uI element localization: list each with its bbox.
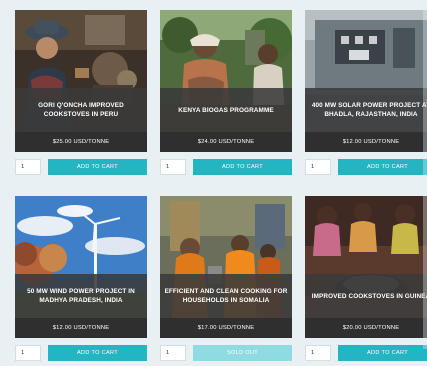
product-price: $24.00 USD/TONNE — [160, 132, 292, 152]
quantity-input[interactable] — [305, 159, 331, 175]
cart-row: ADD TO CART — [305, 159, 427, 175]
product-image[interactable]: GORI Q'ONCHA IMPROVED COOKSTOVES IN PERU — [15, 10, 147, 132]
add-to-cart-button[interactable]: ADD TO CART — [338, 345, 427, 361]
quantity-input[interactable] — [305, 345, 331, 361]
product-image[interactable]: IMPROVED COOKSTOVES IN GUINEA — [305, 196, 427, 318]
product-title[interactable]: 50 MW WIND POWER PROJECT IN MADHYA PRADE… — [18, 287, 144, 305]
product-title-band: IMPROVED COOKSTOVES IN GUINEA — [305, 274, 427, 318]
sold-out-button[interactable]: SOLD OUT — [193, 345, 292, 361]
quantity-input[interactable] — [160, 345, 186, 361]
product-title[interactable]: KENYA BIOGAS PROGRAMME — [178, 106, 273, 115]
product-image[interactable]: 50 MW WIND POWER PROJECT IN MADHYA PRADE… — [15, 196, 147, 318]
product-title[interactable]: IMPROVED COOKSTOVES IN GUINEA — [312, 292, 427, 301]
quantity-input[interactable] — [15, 159, 41, 175]
cart-row: ADD TO CART — [15, 345, 147, 361]
product-title[interactable]: GORI Q'ONCHA IMPROVED COOKSTOVES IN PERU — [18, 101, 144, 119]
product-price: $20.00 USD/TONNE — [305, 318, 427, 338]
product-price: $17.00 USD/TONNE — [160, 318, 292, 338]
product-title-band: KENYA BIOGAS PROGRAMME — [160, 88, 292, 132]
product-price: $25.00 USD/TONNE — [15, 132, 147, 152]
add-to-cart-button[interactable]: ADD TO CART — [48, 159, 147, 175]
cart-row: ADD TO CART — [160, 159, 292, 175]
cart-row: ADD TO CART — [15, 159, 147, 175]
page-edge — [423, 0, 427, 349]
product-price: $12.00 USD/TONNE — [15, 318, 147, 338]
product-title[interactable]: EFFICIENT AND CLEAN COOKING FOR HOUSEHOL… — [163, 287, 289, 305]
product-card: IMPROVED COOKSTOVES IN GUINEA $20.00 USD… — [305, 196, 427, 366]
product-card: EFFICIENT AND CLEAN COOKING FOR HOUSEHOL… — [160, 196, 292, 366]
product-title-band: 50 MW WIND POWER PROJECT IN MADHYA PRADE… — [15, 274, 147, 318]
product-image[interactable]: EFFICIENT AND CLEAN COOKING FOR HOUSEHOL… — [160, 196, 292, 318]
product-card: 400 MW SOLAR POWER PROJECT AT BHADLA, RA… — [305, 10, 427, 180]
product-title-band: EFFICIENT AND CLEAN COOKING FOR HOUSEHOL… — [160, 274, 292, 318]
quantity-input[interactable] — [15, 345, 41, 361]
add-to-cart-button[interactable]: ADD TO CART — [338, 159, 427, 175]
product-title-band: 400 MW SOLAR POWER PROJECT AT BHADLA, RA… — [305, 88, 427, 132]
product-image[interactable]: KENYA BIOGAS PROGRAMME — [160, 10, 292, 132]
product-price: $12.00 USD/TONNE — [305, 132, 427, 152]
product-title[interactable]: 400 MW SOLAR POWER PROJECT AT BHADLA, RA… — [308, 101, 427, 119]
product-card: 50 MW WIND POWER PROJECT IN MADHYA PRADE… — [15, 196, 147, 366]
cart-row: ADD TO CART — [305, 345, 427, 361]
product-image[interactable]: 400 MW SOLAR POWER PROJECT AT BHADLA, RA… — [305, 10, 427, 132]
product-card: KENYA BIOGAS PROGRAMME $24.00 USD/TONNE … — [160, 10, 292, 180]
product-card: GORI Q'ONCHA IMPROVED COOKSTOVES IN PERU… — [15, 10, 147, 180]
add-to-cart-button[interactable]: ADD TO CART — [193, 159, 292, 175]
add-to-cart-button[interactable]: ADD TO CART — [48, 345, 147, 361]
product-title-band: GORI Q'ONCHA IMPROVED COOKSTOVES IN PERU — [15, 88, 147, 132]
cart-row: SOLD OUT — [160, 345, 292, 361]
quantity-input[interactable] — [160, 159, 186, 175]
